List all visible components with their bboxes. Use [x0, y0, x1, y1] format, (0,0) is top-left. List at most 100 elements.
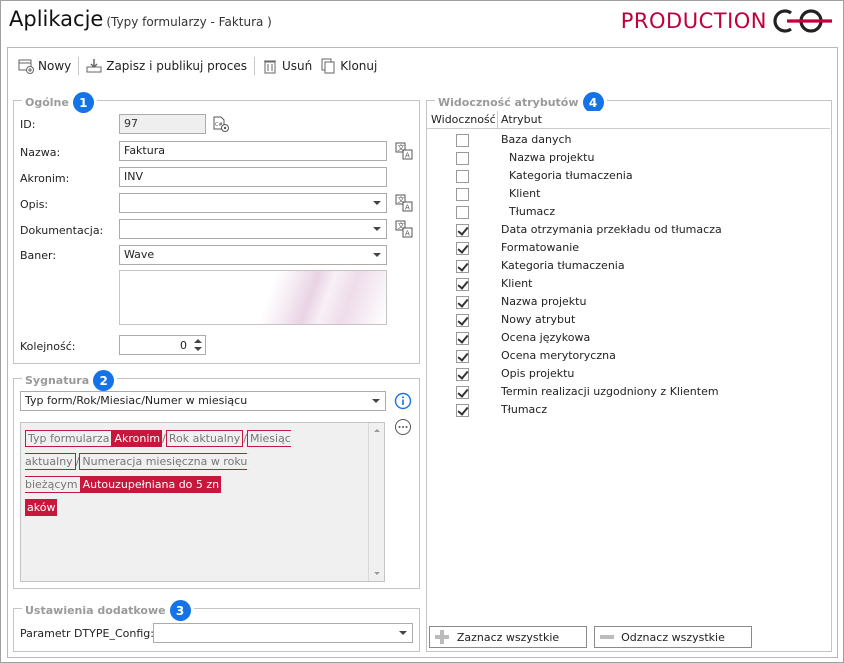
banner-preview: [119, 270, 387, 325]
visibility-checkbox[interactable]: [456, 152, 469, 165]
column-attribute[interactable]: Atrybut: [501, 113, 542, 126]
scroll-down-icon[interactable]: [374, 572, 380, 575]
attribute-row[interactable]: Formatowanie: [427, 239, 830, 257]
spin-up-icon[interactable]: [194, 339, 202, 343]
visibility-checkbox[interactable]: [456, 134, 469, 147]
visibility-checkbox[interactable]: [456, 278, 469, 291]
svg-text:A: A: [405, 204, 410, 212]
select-all-label: Zaznacz wszystkie: [456, 630, 560, 644]
delete-button[interactable]: Usuń: [258, 54, 316, 78]
new-button-label: Nowy: [38, 59, 72, 73]
general-legend-text: Ogólne: [25, 96, 69, 109]
token-current-year[interactable]: Rok aktualny: [165, 430, 244, 447]
attribute-row[interactable]: Tłumacz: [427, 203, 830, 221]
signature-legend-text: Sygnatura: [25, 374, 90, 387]
clone-button[interactable]: Klonuj: [316, 54, 381, 78]
page-subtitle: (Typy formularzy - Faktura ): [106, 15, 272, 29]
column-visibility[interactable]: Widoczność: [431, 113, 496, 126]
deselect-all-button[interactable]: Odznacz wszystkie: [594, 626, 752, 648]
banner-select[interactable]: Wave: [119, 245, 387, 265]
visibility-checkbox[interactable]: [456, 206, 469, 219]
save-publish-button[interactable]: Zapisz i publikuj proces: [82, 54, 251, 78]
visibility-checkbox[interactable]: [456, 296, 469, 309]
attribute-row[interactable]: Ocena językowa: [427, 329, 830, 347]
scroll-up-icon[interactable]: [374, 429, 380, 432]
visibility-checkbox[interactable]: [456, 260, 469, 273]
visibility-checkbox[interactable]: [456, 332, 469, 345]
attribute-row[interactable]: Nazwa projektu: [427, 149, 830, 167]
attribute-label: Ocena merytoryczna: [501, 349, 616, 362]
attribute-row[interactable]: Kategoria tłumaczenia: [427, 257, 830, 275]
acronym-label: Akronim:: [20, 172, 70, 185]
token-form-type[interactable]: Typ formularza: [25, 430, 113, 447]
copy-settings-icon[interactable]: C#: [212, 115, 230, 133]
additional-legend: Ustawienia dodatkowe 3: [22, 600, 194, 621]
token-autofill-5-cont[interactable]: aków: [25, 499, 58, 516]
new-document-icon: [18, 59, 34, 74]
name-field[interactable]: Faktura: [119, 141, 387, 161]
save-publish-label: Zapisz i publikuj proces: [106, 59, 247, 73]
attribute-row[interactable]: Data otrzymania przekładu od tłumacza: [427, 221, 830, 239]
select-all-button[interactable]: Zaznacz wszystkie: [429, 626, 587, 648]
acronym-field[interactable]: INV: [119, 167, 387, 187]
attribute-row[interactable]: Nowy atrybut: [427, 311, 830, 329]
new-button[interactable]: Nowy: [14, 54, 75, 78]
attribute-row[interactable]: Nazwa projektu: [427, 293, 830, 311]
visibility-checkbox[interactable]: [456, 188, 469, 201]
svg-text:文: 文: [398, 195, 405, 204]
banner-label: Baner:: [20, 249, 57, 262]
attribute-row[interactable]: Opis projektu: [427, 365, 830, 383]
token-autofill-5[interactable]: Autouzupełniana do 5 zn: [80, 476, 222, 493]
svg-text:文: 文: [398, 221, 405, 230]
grid-header: Widoczność Atrybut: [427, 111, 830, 129]
brand-logo: PRODUCTION: [621, 7, 833, 35]
step-badge-1: 1: [72, 92, 94, 113]
visibility-checkbox[interactable]: [456, 404, 469, 417]
step-badge-3: 3: [169, 600, 191, 621]
page-title: Aplikacje (Typy formularzy - Faktura ): [9, 7, 272, 31]
minus-icon: [600, 635, 614, 639]
deselect-all-label: Odznacz wszystkie: [621, 630, 725, 644]
translate-icon[interactable]: 文 A: [395, 142, 413, 160]
visibility-legend: Widoczność atrybutów 4: [435, 92, 607, 113]
visibility-checkbox[interactable]: [456, 314, 469, 327]
attribute-label: Formatowanie: [501, 241, 580, 254]
description-field[interactable]: [119, 193, 387, 213]
attribute-row[interactable]: Klient: [427, 275, 830, 293]
app-window: Aplikacje (Typy formularzy - Faktura ) PR…: [0, 0, 844, 663]
signature-editor[interactable]: Typ formularza Akronim / Rok aktualny / Miesi…: [20, 422, 385, 582]
attribute-label: Nowy atrybut: [501, 313, 576, 326]
spin-down-icon[interactable]: [194, 347, 202, 351]
documentation-field[interactable]: [119, 219, 387, 239]
documentation-label: Dokumentacja:: [20, 224, 104, 237]
signature-scrollbar[interactable]: [368, 423, 384, 581]
dtype-config-select[interactable]: [153, 623, 413, 643]
visibility-checkbox[interactable]: [456, 386, 469, 399]
attribute-row[interactable]: Termin realizacji uzgodniony z Klientem: [427, 383, 830, 401]
svg-text:A: A: [405, 152, 410, 160]
visibility-checkbox[interactable]: [456, 224, 469, 237]
info-icon[interactable]: [394, 392, 412, 410]
token-acronym[interactable]: Akronim: [112, 430, 163, 447]
translate-icon[interactable]: 文 A: [395, 220, 413, 238]
order-spinner[interactable]: 0: [119, 335, 206, 355]
additional-settings-section: Ustawienia dodatkowe 3 Parametr DTYPE_Con…: [13, 600, 420, 652]
visibility-checkbox[interactable]: [456, 350, 469, 363]
signature-format-select[interactable]: Typ form/Rok/Miesiac/Numer w miesiącu: [20, 391, 386, 411]
description-label: Opis:: [20, 198, 49, 211]
toolbar: Nowy Zapisz i publikuj proces Usuń Klonu…: [8, 48, 837, 84]
visibility-checkbox[interactable]: [456, 368, 469, 381]
attribute-row[interactable]: Tłumacz: [427, 401, 830, 419]
signature-legend: Sygnatura 2: [22, 370, 118, 391]
attribute-row[interactable]: Ocena merytoryczna: [427, 347, 830, 365]
attribute-row[interactable]: Klient: [427, 185, 830, 203]
attribute-row[interactable]: Kategoria tłumaczenia: [427, 167, 830, 185]
translate-icon[interactable]: 文 A: [395, 194, 413, 212]
svg-text:A: A: [405, 230, 410, 238]
attribute-row[interactable]: Baza danych: [427, 131, 830, 149]
clone-label: Klonuj: [340, 59, 378, 73]
visibility-checkbox[interactable]: [456, 170, 469, 183]
visibility-checkbox[interactable]: [456, 242, 469, 255]
more-options-icon[interactable]: [394, 418, 412, 436]
attribute-label: Tłumacz: [501, 403, 548, 416]
